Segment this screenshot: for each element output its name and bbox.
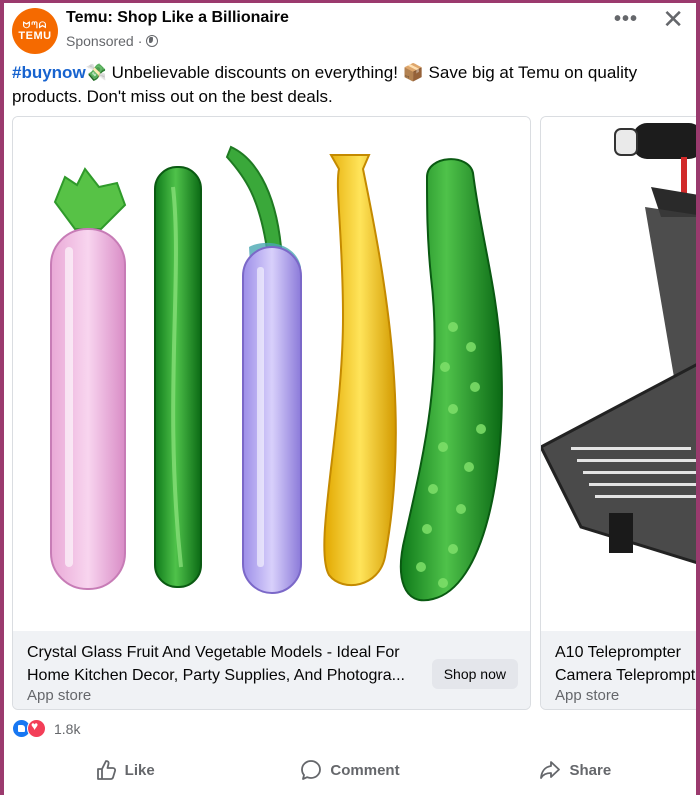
more-options-icon[interactable]: ••• xyxy=(614,8,638,31)
product-title[interactable]: Crystal Glass Fruit And Vegetable Models… xyxy=(27,641,422,687)
thumbs-up-icon xyxy=(96,760,116,780)
post-text: #buynow💸 Unbelievable discounts on every… xyxy=(12,61,688,109)
share-label: Share xyxy=(569,761,612,779)
carousel-card[interactable]: A10 Teleprompter Camera Teleprompt App s… xyxy=(540,116,696,710)
avatar-brand: TEMU xyxy=(18,30,52,42)
money-emoji: 💸 xyxy=(85,63,107,82)
reaction-icons xyxy=(12,719,48,739)
share-button[interactable]: Share xyxy=(463,745,688,795)
carousel-card[interactable]: Crystal Glass Fruit And Vegetable Models… xyxy=(12,116,531,710)
post-actions: Like Comment Share xyxy=(12,745,688,795)
shop-now-button[interactable]: Shop now xyxy=(431,659,518,689)
reactions-summary[interactable]: 1.8k xyxy=(12,719,80,739)
avatar-glyphs: ᗢᘉᗣ xyxy=(22,20,48,30)
post-header: ᗢᘉᗣ TEMU Temu: Shop Like a Billionaire S… xyxy=(12,4,688,58)
teleprompter-illustration xyxy=(541,123,696,564)
post-text-part1: Unbelievable discounts on everything! xyxy=(106,63,403,82)
product-title[interactable]: A10 Teleprompter Camera Teleprompt xyxy=(555,641,696,687)
window-frame-top xyxy=(0,0,700,3)
window-frame-left xyxy=(0,0,4,795)
share-icon xyxy=(540,761,561,779)
page-name-link[interactable]: Temu: Shop Like a Billionaire xyxy=(66,9,289,27)
card-footer[interactable]: A10 Teleprompter Camera Teleprompt App s… xyxy=(541,631,696,709)
product-source: App store xyxy=(27,687,92,704)
product-source: App store xyxy=(555,687,620,704)
globe-icon xyxy=(146,35,159,47)
product-title-line1: A10 Teleprompter xyxy=(555,644,681,661)
package-emoji: 📦 xyxy=(402,63,424,82)
window-frame-right xyxy=(696,0,700,795)
reaction-count[interactable]: 1.8k xyxy=(54,721,80,737)
comment-icon xyxy=(301,760,322,780)
product-carousel[interactable]: Crystal Glass Fruit And Vegetable Models… xyxy=(12,116,696,710)
love-reaction-icon xyxy=(27,719,46,738)
card-footer[interactable]: Crystal Glass Fruit And Vegetable Models… xyxy=(13,631,530,709)
product-image[interactable] xyxy=(541,117,696,631)
close-icon[interactable]: ✕ xyxy=(662,4,684,35)
sponsored-label[interactable]: Sponsored xyxy=(66,33,134,49)
hashtag-link[interactable]: #buynow xyxy=(12,63,86,82)
meta-separator: · xyxy=(137,33,143,49)
glass-vegetables-illustration xyxy=(50,145,503,602)
post-meta: Sponsored · xyxy=(66,33,159,49)
product-title-line2: Camera Teleprompt xyxy=(555,667,696,684)
product-image[interactable] xyxy=(13,117,530,631)
comment-label: Comment xyxy=(330,761,400,779)
comment-button[interactable]: Comment xyxy=(237,745,462,795)
avatar[interactable]: ᗢᘉᗣ TEMU xyxy=(12,8,58,54)
like-button[interactable]: Like xyxy=(12,745,237,795)
like-label: Like xyxy=(124,761,155,779)
